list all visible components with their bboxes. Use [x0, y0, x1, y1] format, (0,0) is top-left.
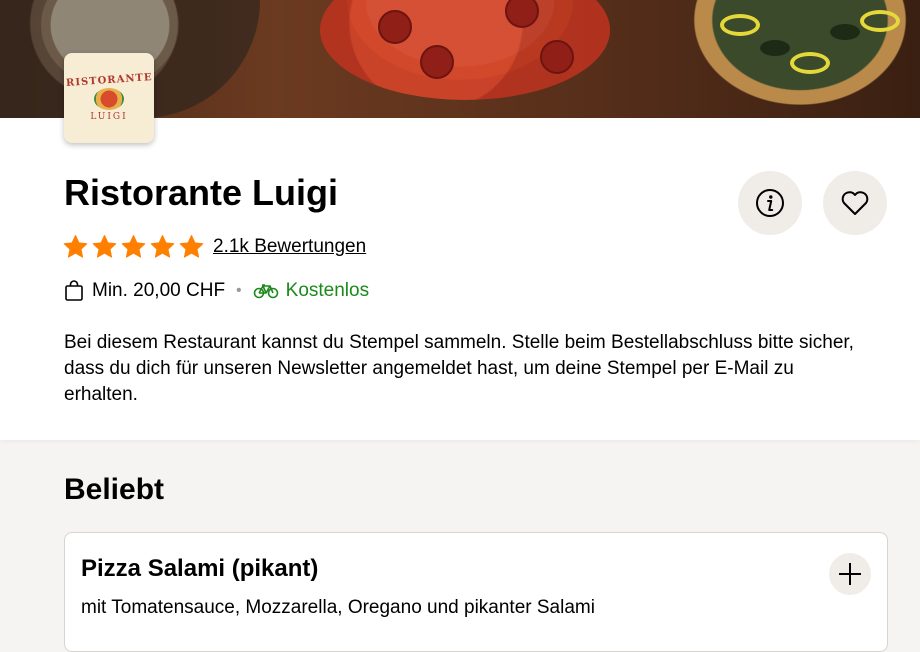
bike-icon	[253, 284, 278, 299]
star-icon	[179, 235, 204, 258]
popular-section-title: Beliebt	[64, 473, 165, 506]
logo-pizza-icon	[94, 87, 124, 110]
star-icon	[63, 235, 88, 258]
heart-icon	[841, 191, 869, 215]
star-icon	[121, 235, 146, 258]
separator-dot: •	[236, 282, 242, 299]
logo-bottom-text: LUIGI	[90, 111, 128, 122]
bag-icon	[65, 280, 83, 301]
rating-stars	[62, 234, 205, 260]
plus-icon	[839, 563, 861, 585]
menu-item-card[interactable]: Pizza Salami (pikant) mit Tomatensauce, …	[64, 532, 888, 652]
menu-item-name: Pizza Salami (pikant)	[81, 555, 319, 582]
menu-item-description: mit Tomatensauce, Mozzarella, Oregano un…	[81, 597, 595, 618]
star-icon	[92, 235, 117, 258]
restaurant-description: Bei diesem Restaurant kannst du Stempel …	[64, 332, 854, 405]
order-info-row: Min. 20,00 CHF • Kostenlos	[64, 280, 369, 302]
min-order-text: Min. 20,00 CHF	[92, 280, 226, 301]
add-item-button[interactable]	[829, 553, 871, 595]
reviews-link[interactable]: 2.1k Bewertungen	[213, 236, 366, 258]
star-icon	[150, 235, 175, 258]
info-button[interactable]	[738, 171, 802, 235]
favorite-button[interactable]	[823, 171, 887, 235]
info-icon	[756, 189, 784, 217]
restaurant-title: Ristorante Luigi	[64, 172, 339, 213]
delivery-fee-text: Kostenlos	[285, 280, 370, 301]
restaurant-logo: RISTORANTE LUIGI	[64, 53, 154, 143]
logo-top-text: RISTORANTE	[65, 71, 153, 89]
